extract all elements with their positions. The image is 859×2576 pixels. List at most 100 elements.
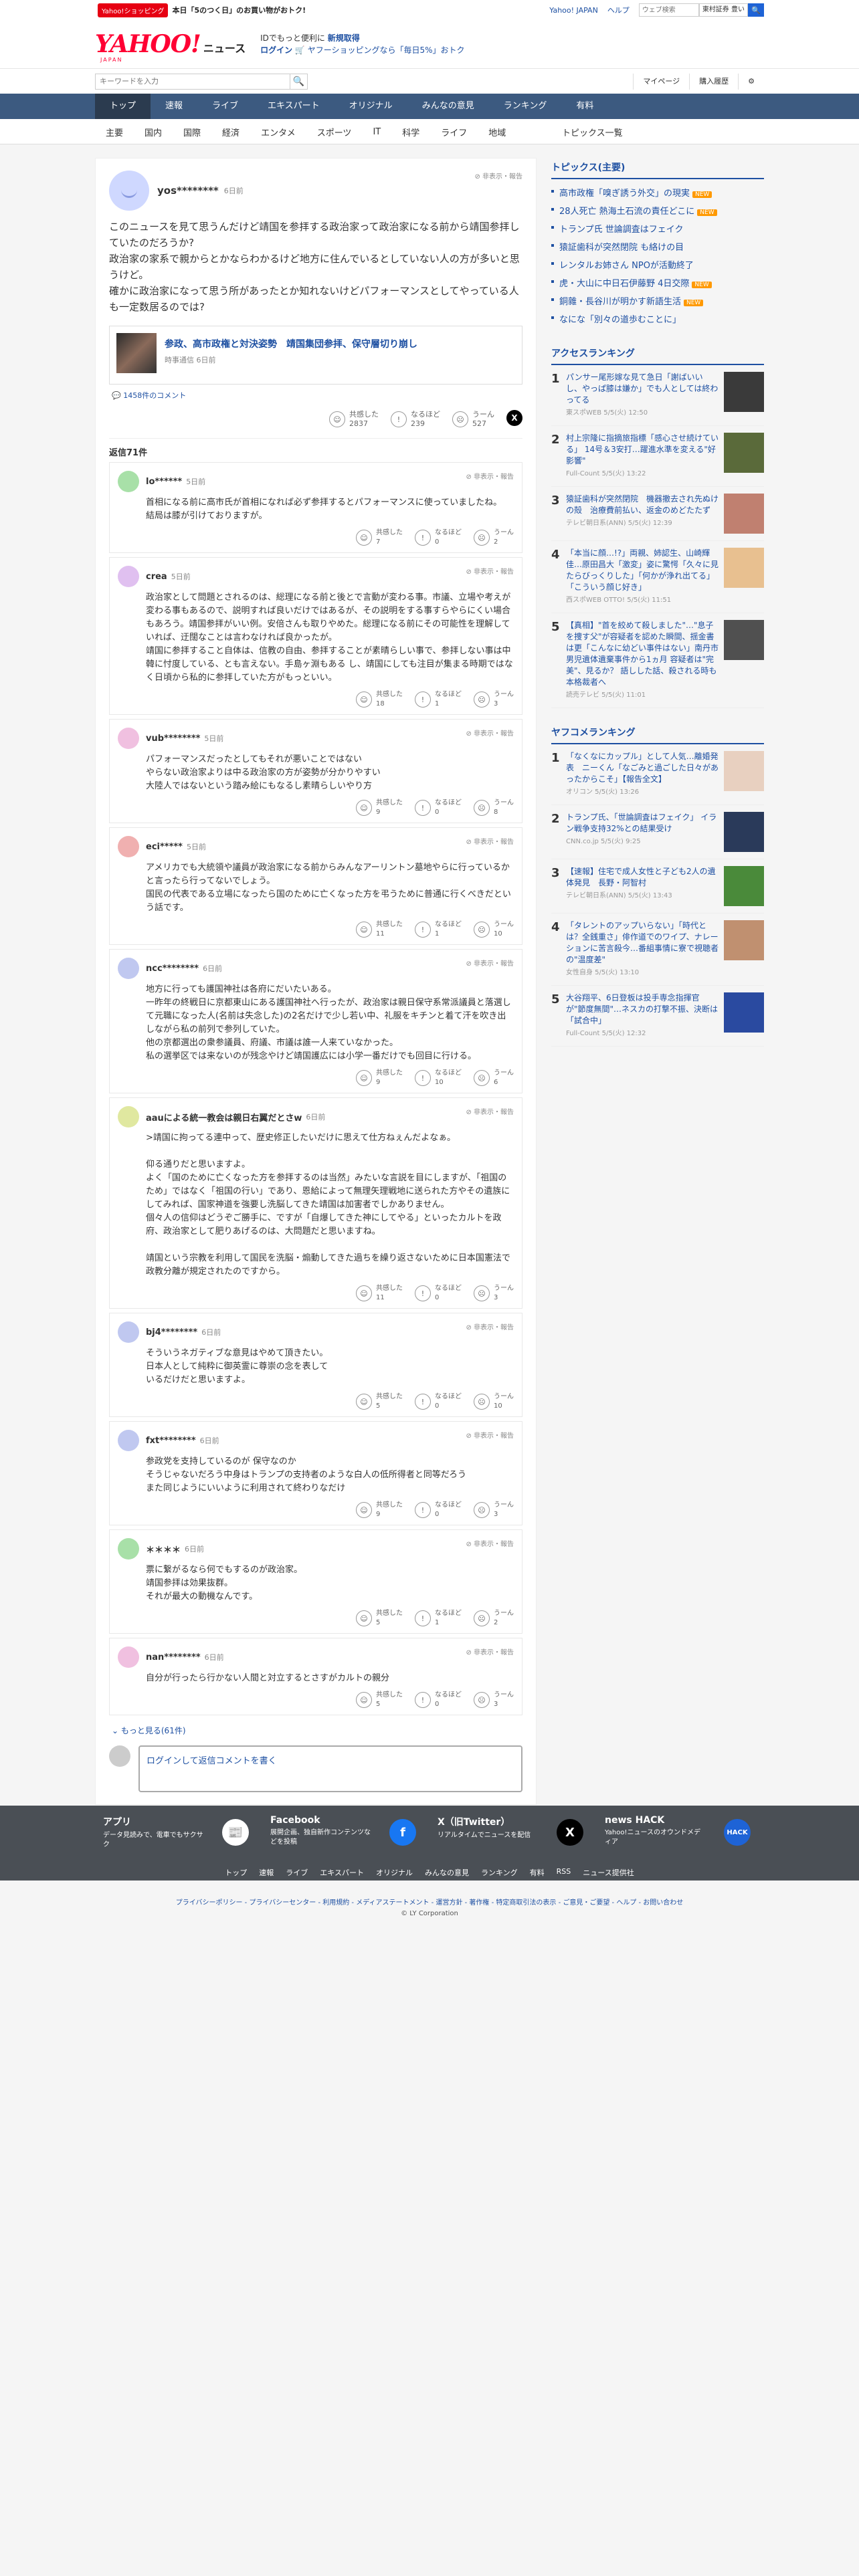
reply-user[interactable]: lo****** [146,477,182,487]
report-link[interactable]: ⊘ 非表示・報告 [466,1430,514,1440]
ranking-item[interactable]: 1 「なくなにカップル」として人気…離婚発表 ニーくん「なごみと過ごした日々があっ… [551,744,764,805]
x-share-icon[interactable]: X [506,410,522,426]
legal-links[interactable]: プライバシーポリシー - プライバシーセンター - 利用規約 - メディアステー… [0,1897,859,1907]
tab-1[interactable]: 速報 [151,94,197,119]
naruhodo-button[interactable]: ! なるほど 0 [415,1392,462,1411]
footer-link[interactable]: ライブ [286,1867,308,1878]
reply-user[interactable]: aauによる統一教会は親日右翼だとさw [146,1111,302,1123]
ranking-item[interactable]: 2 村上宗隆に指摘旅指標「感心させ続けている」 14号＆3安打…躍進水準を変える"… [551,426,764,487]
reply-user[interactable]: ncc******** [146,964,199,974]
naruhodo-button[interactable]: ! なるほど 0 [415,798,462,817]
reply-input[interactable]: ログインして返信コメントを書く [138,1745,522,1792]
category-0[interactable]: 主要 [95,126,134,138]
empathy-button[interactable]: ☺ 共感した 9 [356,1069,403,1087]
naruhodo-button[interactable]: ! なるほど 0 [415,1501,462,1519]
reply-user[interactable]: crea [146,572,167,582]
report-link[interactable]: ⊘ 非表示・報告 [466,1106,514,1116]
ranking-item[interactable]: 2 トランプ氏、「世論調査はフェイク」 イラン戦争支持32%との結果受け CNN.c… [551,805,764,859]
footer-link[interactable]: 有料 [530,1867,545,1878]
search-select[interactable]: 東村証券 豊い [698,3,748,17]
tab-6[interactable]: ランキング [489,94,562,119]
new-id-link[interactable]: 新規取得 [328,33,360,43]
uun-button[interactable]: ☹ うーん 6 [474,1069,514,1087]
category-6[interactable]: IT [362,127,391,137]
naruhodo-button[interactable]: ! なるほど 1 [415,1609,462,1628]
category-3[interactable]: 経済 [211,126,250,138]
ranking-item[interactable]: 4 「タレントのアップいらない」「時代とは？全銭重さ」俳作道でのワイプ、ナレーショ… [551,914,764,986]
empathy-button[interactable]: ☺ 共感した 9 [356,1501,403,1519]
history-link[interactable]: 購入履歴 [689,74,738,90]
naruhodo-button[interactable]: ! なるほど 1 [415,690,462,709]
shopping-link[interactable]: ヤフーショッピングなら「毎日5%」おトク [308,45,465,55]
logo[interactable]: YAHOO! ニュース JAPAN [95,30,246,63]
footer-link[interactable]: みんなの意見 [425,1867,469,1878]
uun-button[interactable]: ☹ うーん 10 [474,920,514,939]
footer-link[interactable]: オリジナル [376,1867,413,1878]
empathy-button[interactable]: ☺ 共感した 5 [356,1609,403,1628]
ranking-item[interactable]: 3 猿証歯科が突然閉院 機器撤去され先ぬけの殻 治療費前払い、返金のめどたたず テレ… [551,487,764,541]
promo-text[interactable]: 本日「5のつく日」のお買い物がおトク! [172,5,306,15]
uun-button[interactable]: ☹ うーん 10 [474,1392,514,1411]
search-button[interactable]: 🔍 [748,3,764,17]
search-icon[interactable]: 🔍 [290,74,307,89]
empathy-button[interactable]: ☺ 共感した 18 [356,690,403,709]
topic-item[interactable]: トランプ氏 世論調査はフェイク [551,219,764,237]
uun-button[interactable]: ☹ うーん 3 [474,1691,514,1709]
footer-link[interactable]: ニュース提供社 [583,1867,634,1878]
category-2[interactable]: 国際 [173,126,211,138]
ranking-item[interactable]: 3 【速報】住宅で成人女性と子ども2人の遺体発見 長野・阿智村 テレビ朝日系(ANN… [551,859,764,914]
comments-link[interactable]: 💬 1458件のコメント [109,390,522,401]
post-user[interactable]: yos******** [157,185,219,197]
topic-item[interactable]: 猿証歯科が突然閉院 も絡けの目 [551,237,764,255]
topic-item[interactable]: なにな「別々の道歩むことに」 [551,310,764,328]
ranking-item[interactable]: 5 大谷翔平、6日登板は投手専念指揮官が"節度無間"…ネスカの打撃不振、決断は「試… [551,986,764,1047]
naruhodo-button[interactable]: ! なるほど 0 [415,528,462,547]
topics-list-link[interactable]: トピックス一覧 [551,126,764,138]
footer-link[interactable]: RSS [557,1867,571,1878]
footer-col[interactable]: X（旧Twitter） リアルタイムでニュースを配信 X [430,1815,597,1852]
ranking-item[interactable]: 5 【真相】"首を絞めて殺しました"…"息子を捜す父"が容疑者を認めた瞬間、揺金書… [551,613,764,708]
naruhodo-button[interactable]: ! なるほど 0 [415,1284,462,1303]
footer-link[interactable]: ランキング [481,1867,518,1878]
keyword-input[interactable] [96,74,290,89]
yahoo-japan-link[interactable]: Yahoo! JAPAN [549,6,598,15]
topic-item[interactable]: 高市政権「嗅ぎ誘う外交」の現実 NEW [551,183,764,201]
tab-0[interactable]: トップ [95,94,151,119]
empathy-button[interactable]: ☺ 共感した 11 [356,1284,403,1303]
report-link[interactable]: ⊘ 非表示・報告 [466,566,514,576]
footer-link[interactable]: トップ [225,1867,247,1878]
category-4[interactable]: エンタメ [250,126,306,138]
footer-col[interactable]: Facebook 展開企画、独自新作コンテンツなどを投稿 f [262,1815,430,1852]
naruhodo-button[interactable]: ! なるほど 239 [391,410,440,429]
uun-button[interactable]: ☹ うーん 527 [452,410,494,429]
mypage-link[interactable]: マイページ [633,74,689,90]
uun-button[interactable]: ☹ うーん 2 [474,1609,514,1628]
empathy-button[interactable]: ☺ 共感した 5 [356,1691,403,1709]
reply-user[interactable]: ＊＊＊＊ [146,1543,181,1555]
tab-5[interactable]: みんなの意見 [407,94,489,119]
topic-item[interactable]: レンタルお姉さん NPOが活動終了 [551,255,764,274]
uun-button[interactable]: ☹ うーん 2 [474,528,514,547]
reply-user[interactable]: nan******** [146,1652,201,1662]
naruhodo-button[interactable]: ! なるほど 0 [415,1691,462,1709]
uun-button[interactable]: ☹ うーん 3 [474,690,514,709]
report-link[interactable]: ⊘ 非表示・報告 [466,836,514,846]
empathy-button[interactable]: ☺ 共感した 9 [356,798,403,817]
reply-user[interactable]: fxt******** [146,1436,196,1446]
category-1[interactable]: 国内 [134,126,173,138]
tab-3[interactable]: エキスパート [253,94,335,119]
report-link[interactable]: ⊘ 非表示・報告 [466,1321,514,1331]
gear-icon[interactable]: ⚙ [738,74,764,90]
uun-button[interactable]: ☹ うーん 8 [474,798,514,817]
topic-item[interactable]: 銅雜・長谷川が明かす新語生活 NEW [551,292,764,310]
reply-user[interactable]: vub******** [146,734,200,744]
empathy-button[interactable]: ☺ 共感した 2837 [329,410,379,429]
empathy-button[interactable]: ☺ 共感した 7 [356,528,403,547]
uun-button[interactable]: ☹ うーん 3 [474,1284,514,1303]
article-card[interactable]: 参政、高市政権と対決姿勢 靖国集団参拝、保守層切り崩し 時事通信 6日前 [109,326,522,385]
tab-7[interactable]: 有料 [561,94,608,119]
shopping-badge[interactable]: Yahoo!ショッピング [98,3,169,17]
tab-2[interactable]: ライブ [197,94,253,119]
tab-4[interactable]: オリジナル [335,94,407,119]
ranking-item[interactable]: 1 パンサー尾形嫁な見て急日「謝ばいいし、やっぱ膝は嫌か」でも人としては終わってる… [551,365,764,426]
